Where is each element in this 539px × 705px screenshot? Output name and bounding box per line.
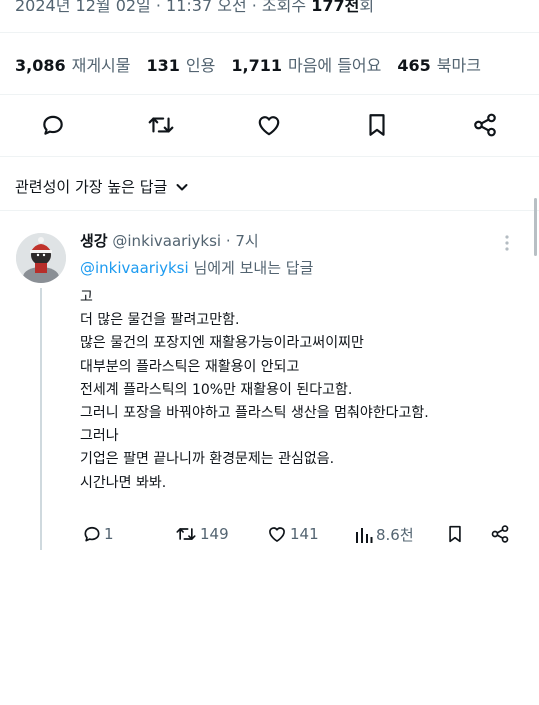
- reply-like-button[interactable]: 141: [266, 524, 319, 544]
- reply-tweet[interactable]: 생강 @inkivaariyksi · 7시 @inkivaariyksi 님에…: [80, 230, 520, 495]
- reply-text-line: 더 많은 물건을 팔려고만함.: [80, 312, 240, 329]
- reply-text-line: 많은 물건의 포장지엔 재활용가능이라고써이찌만: [80, 335, 364, 352]
- reply-text-line: 그러니 포장을 바꿔야하고 플라스틱 생산을 멈춰야한다고함.: [80, 405, 429, 422]
- retweet-icon: [148, 117, 174, 133]
- like-icon: [258, 116, 280, 136]
- reply-share-button[interactable]: [490, 524, 510, 544]
- divider: [0, 156, 539, 157]
- reply-text-line: 고: [80, 289, 93, 305]
- divider: [0, 94, 539, 95]
- reply-thread-line: [40, 288, 42, 550]
- reply-views-button[interactable]: 8.6천: [354, 524, 414, 545]
- tweet-action-bar: [0, 104, 539, 146]
- stat-reposts[interactable]: 3,086 재게시물: [15, 52, 131, 76]
- tweet-meta: 2024년 12월 02일 · 11:37 오전 · 조회수 177천회: [15, 0, 374, 16]
- like-count: 141: [290, 525, 319, 543]
- analytics-icon: [356, 527, 373, 543]
- tweet-date-time: 2024년 12월 02일 · 11:37 오전 · 조회수: [15, 0, 307, 15]
- reply-text-line: 그러나: [80, 428, 119, 445]
- stat-count: 131: [146, 56, 180, 75]
- reply-text: 고 더 많은 물건을 팔려고만함. 많은 물건의 포장지엔 재활용가능이라고써이…: [80, 286, 520, 495]
- replying-mention[interactable]: @inkivaariyksi: [80, 259, 189, 277]
- reply-text-line: 시간나면 봐봐.: [80, 474, 167, 491]
- reply-time[interactable]: · 7시: [226, 232, 259, 250]
- stat-count: 465: [397, 56, 431, 75]
- stat-likes[interactable]: 1,711 마음에 들어요: [231, 52, 381, 76]
- reply-retweet-button[interactable]: 149: [174, 524, 229, 544]
- tweet-stats: 3,086 재게시물 131 인용 1,711 마음에 들어요 465 북마크: [15, 52, 481, 76]
- retweet-button[interactable]: [146, 110, 176, 140]
- divider: [0, 32, 539, 33]
- share-button[interactable]: [470, 110, 500, 140]
- stat-label: 북마크: [436, 56, 481, 75]
- stat-count: 1,711: [231, 56, 282, 75]
- reply-text-line: 기업은 팔면 끝나니까 환경문제는 관심없음.: [80, 451, 335, 468]
- view-count: 177천: [311, 0, 360, 15]
- avatar-image: [16, 233, 66, 283]
- stat-label: 마음에 들어요: [287, 56, 382, 75]
- reply-text-line: 전세계 플라스틱의 10%만 재활용이 된다고함.: [80, 381, 353, 398]
- reply-reply-button[interactable]: 1: [82, 524, 114, 544]
- stat-label: 인용: [185, 56, 216, 75]
- chevron-down-icon: [176, 183, 188, 190]
- view-count-suffix: 회: [359, 0, 375, 15]
- reply-author-handle[interactable]: @inkivaariyksi: [112, 232, 221, 250]
- reply-text-line: 대부분의 플라스틱은 재활용이 안되고: [80, 358, 300, 375]
- sort-label: 관련성이 가장 높은 답글: [15, 178, 168, 196]
- reply-icon: [84, 526, 100, 542]
- retweet-icon: [176, 528, 196, 540]
- view-count: 8.6천: [376, 526, 414, 544]
- retweet-count: 149: [200, 525, 229, 543]
- avatar[interactable]: [16, 233, 66, 283]
- reply-author-name[interactable]: 생강: [80, 232, 108, 250]
- reply-bookmark-button[interactable]: [446, 524, 464, 544]
- reply-icon: [43, 115, 63, 135]
- share-icon: [491, 525, 509, 543]
- reply-action-bar: 1 149 141 8.6천: [80, 524, 520, 550]
- stat-quotes[interactable]: 131 인용: [147, 52, 216, 76]
- like-button[interactable]: [254, 110, 284, 140]
- share-icon: [474, 113, 496, 137]
- stat-bookmarks[interactable]: 465 북마크: [397, 52, 481, 76]
- replying-to: @inkivaariyksi 님에게 보내는 답글: [80, 257, 520, 278]
- reply-count: 1: [104, 525, 114, 543]
- more-options-icon[interactable]: [505, 234, 509, 256]
- stat-count: 3,086: [15, 56, 66, 75]
- bookmark-icon: [369, 114, 385, 136]
- like-icon: [269, 527, 285, 542]
- stat-label: 재게시물: [71, 56, 131, 75]
- replying-suffix: 님에게 보내는 답글: [188, 259, 314, 277]
- reply-sort-dropdown[interactable]: 관련성이 가장 높은 답글: [15, 176, 189, 197]
- scrollbar[interactable]: [534, 198, 537, 256]
- reply-button[interactable]: [38, 110, 68, 140]
- bookmark-icon: [449, 525, 461, 543]
- reply-header: 생강 @inkivaariyksi · 7시: [80, 230, 520, 251]
- bookmark-button[interactable]: [362, 110, 392, 140]
- divider: [0, 210, 539, 211]
